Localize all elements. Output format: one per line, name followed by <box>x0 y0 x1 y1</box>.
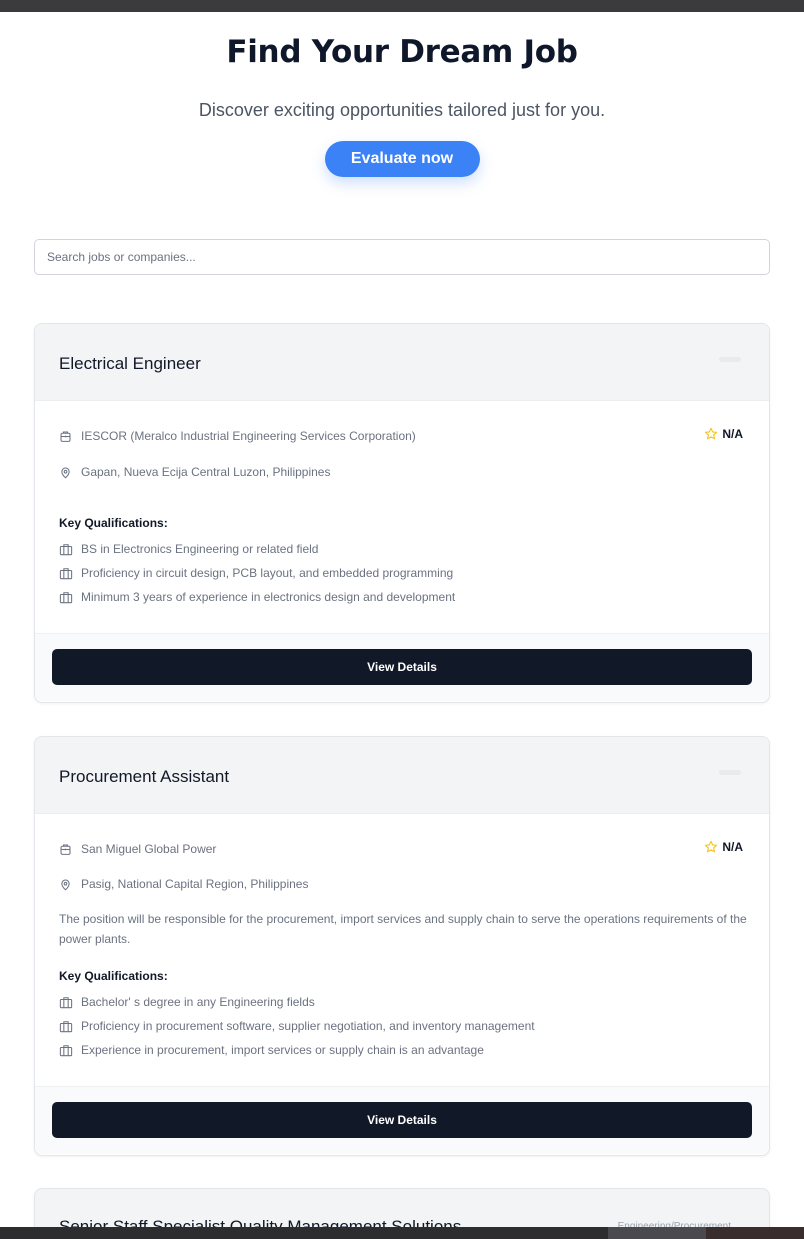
briefcase-icon <box>59 591 73 603</box>
job-card-header: Electrical Engineer <box>35 324 769 401</box>
star-icon <box>705 427 718 440</box>
top-window-bar <box>0 0 804 12</box>
location-row: Gapan, Nueva Ecija Central Luzon, Philip… <box>59 463 330 481</box>
company-name: IESCOR (Meralco Industrial Engineering S… <box>81 429 416 443</box>
briefcase-icon <box>59 567 73 579</box>
rating-value: N/A <box>722 840 743 854</box>
star-icon <box>705 840 718 853</box>
company-row: San Miguel Global Power <box>59 840 216 858</box>
qualifications-list: Bachelor' s degree in any Engineering fi… <box>59 990 535 1062</box>
qualification-item: Experience in procurement, import servic… <box>59 1038 535 1062</box>
job-title[interactable]: Electrical Engineer <box>59 354 201 374</box>
page-title: Find Your Dream Job <box>226 34 578 70</box>
hero-section: Find Your Dream Job Discover exciting op… <box>0 12 804 177</box>
map-pin-icon <box>61 467 70 479</box>
taskbar <box>0 1227 804 1239</box>
location-row: Pasig, National Capital Region, Philippi… <box>59 875 308 893</box>
job-category-badge <box>719 770 741 775</box>
job-card-body: IESCOR (Meralco Industrial Engineering S… <box>35 401 769 633</box>
briefcase-icon <box>59 996 73 1008</box>
job-card-footer: View Details <box>35 1086 769 1154</box>
qualification-item: Proficiency in procurement software, sup… <box>59 1014 535 1038</box>
job-location: Pasig, National Capital Region, Philippi… <box>81 877 309 891</box>
job-category-badge <box>719 357 741 362</box>
job-card-header: Procurement Assistant <box>35 737 769 814</box>
view-details-button[interactable]: View Details <box>52 1102 752 1138</box>
building-icon <box>60 844 71 855</box>
building-icon <box>60 431 71 442</box>
job-card-body: San Miguel Global Power N/A Pasig, Natio… <box>35 814 769 1086</box>
briefcase-icon <box>59 543 73 555</box>
rating-value: N/A <box>722 427 743 441</box>
search-input[interactable] <box>34 239 770 275</box>
taskbar-item[interactable] <box>608 1227 706 1239</box>
company-row: IESCOR (Meralco Industrial Engineering S… <box>59 427 416 445</box>
job-description: The position will be responsible for the… <box>59 912 747 946</box>
view-details-button[interactable]: View Details <box>52 649 752 685</box>
rating: N/A <box>704 427 743 441</box>
qualifications-list: BS in Electronics Engineering or related… <box>59 537 455 609</box>
briefcase-icon <box>59 1044 73 1056</box>
taskbar-item[interactable] <box>706 1227 804 1239</box>
evaluate-now-button[interactable]: Evaluate now <box>324 141 480 177</box>
briefcase-icon <box>59 1020 73 1032</box>
page-subtitle: Discover exciting opportunities tailored… <box>198 100 606 120</box>
company-name: San Miguel Global Power <box>81 842 217 856</box>
qualification-item: Bachelor' s degree in any Engineering fi… <box>59 990 535 1014</box>
job-card: Procurement Assistant San Miguel Global … <box>34 736 770 1156</box>
job-location: Gapan, Nueva Ecija Central Luzon, Philip… <box>81 465 331 479</box>
job-card-footer: View Details <box>35 633 769 701</box>
qualification-item: Proficiency in circuit design, PCB layou… <box>59 561 455 585</box>
qualification-item: BS in Electronics Engineering or related… <box>59 537 455 561</box>
job-card: Electrical Engineer IESCOR (Meralco Indu… <box>34 323 770 703</box>
rating: N/A <box>704 840 743 854</box>
map-pin-icon <box>61 879 70 891</box>
key-qualifications-heading: Key Qualifications: <box>59 969 168 983</box>
key-qualifications-heading: Key Qualifications: <box>59 516 168 530</box>
qualification-item: Minimum 3 years of experience in electro… <box>59 585 455 609</box>
job-title[interactable]: Procurement Assistant <box>59 767 229 787</box>
